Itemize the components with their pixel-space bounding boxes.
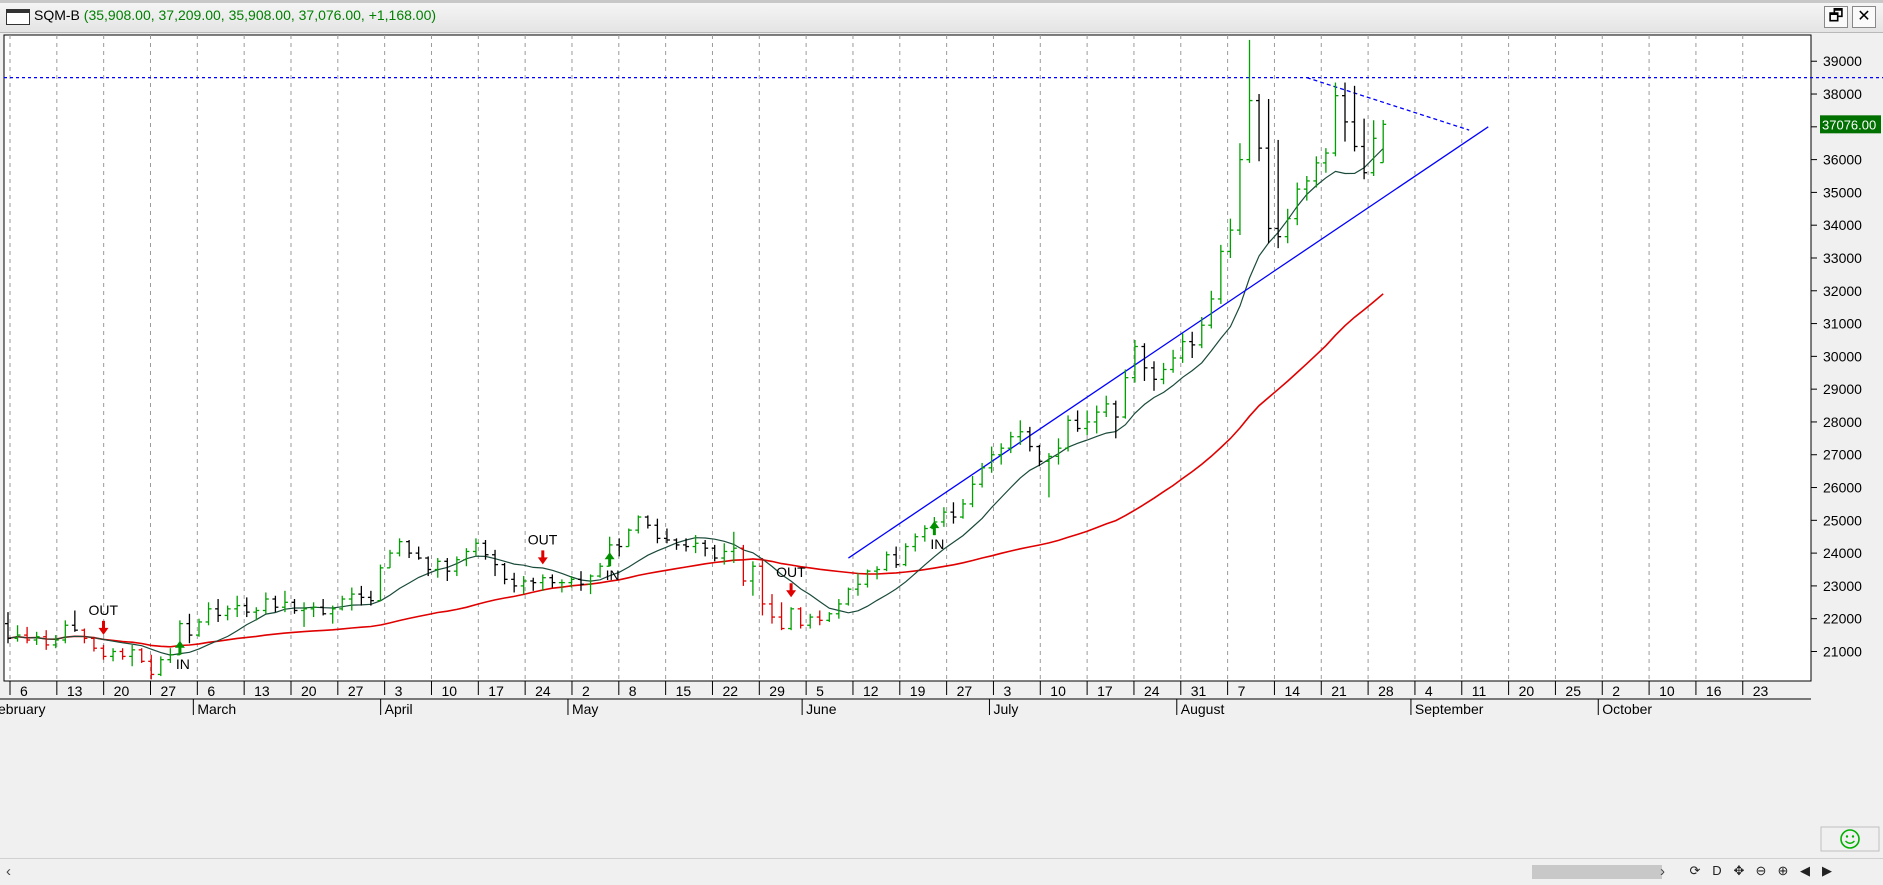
x-tick-label: 27 [348,683,364,699]
chart-window-titlebar[interactable]: SQM-B (35,908.00, 37,209.00, 35,908.00, … [0,0,1883,33]
month-label: May [572,701,598,717]
x-tick-label: 2 [1612,683,1620,699]
y-tick-label: 26000 [1823,480,1862,496]
x-tick-label: 3 [1003,683,1011,699]
last-price-label: 37076.00 [1822,117,1876,132]
y-tick-label: 24000 [1823,545,1862,561]
month-label: June [806,701,837,717]
x-tick-label: 19 [910,683,926,699]
pan-icon[interactable]: ✥ [1730,862,1748,880]
chart-toolbar: ⟳ D ✥ ⊖ ⊕ ◀ ▶ [1686,862,1836,882]
x-tick-label: 14 [1284,683,1300,699]
x-tick-label: 22 [722,683,738,699]
x-tick-label: 10 [1050,683,1066,699]
x-tick-label: 13 [254,683,270,699]
y-tick-label: 38000 [1823,86,1862,102]
x-tick-label: 10 [1659,683,1675,699]
x-tick-label: 5 [816,683,824,699]
y-tick-label: 29000 [1823,381,1862,397]
quote-summary: (35,908.00, 37,209.00, 35,908.00, 37,076… [83,7,437,23]
month-label: April [385,701,413,717]
signal-label-in: IN [930,536,944,552]
month-label: March [197,701,236,717]
x-tick-label: 20 [114,683,130,699]
y-tick-label: 31000 [1823,316,1862,332]
y-tick-label: 32000 [1823,283,1862,299]
scroll-left-arrow-icon[interactable]: ‹ [6,863,11,880]
x-tick-label: 17 [1097,683,1113,699]
symbol-name: SQM-B [34,7,80,23]
x-tick-label: 31 [1191,683,1207,699]
refresh-icon[interactable]: ⟳ [1686,862,1704,880]
x-tick-label: 6 [207,683,215,699]
plot-area[interactable] [3,34,1812,682]
y-tick-label: 36000 [1823,152,1862,168]
restore-button[interactable]: 🗗 [1824,6,1848,28]
month-label: ebruary [0,701,45,717]
signal-label-out: OUT [89,602,119,618]
x-tick-label: 21 [1331,683,1347,699]
x-tick-label: 20 [301,683,317,699]
month-label: September [1415,701,1484,717]
window-title: SQM-B (35,908.00, 37,209.00, 35,908.00, … [34,7,436,23]
zoom-in-icon[interactable]: ⊕ [1774,862,1792,880]
window-icon [6,9,30,25]
x-tick-label: 28 [1378,683,1394,699]
month-label: August [1181,701,1225,717]
x-tick-label: 6 [20,683,28,699]
next-icon[interactable]: ▶ [1818,862,1836,880]
x-tick-label: 3 [395,683,403,699]
y-tick-label: 39000 [1823,53,1862,69]
x-tick-label: 24 [1144,683,1160,699]
x-tick-label: 10 [441,683,457,699]
scroll-thumb[interactable] [1532,865,1662,879]
smiley-status-icon[interactable] [1820,826,1880,852]
month-label: July [993,701,1018,717]
y-tick-label: 28000 [1823,414,1862,430]
y-tick-label: 23000 [1823,578,1862,594]
scroll-right-arrow-icon[interactable]: › [1660,863,1665,880]
window-top-border [0,0,1883,3]
y-tick-label: 33000 [1823,250,1862,266]
x-tick-label: 7 [1238,683,1246,699]
y-tick-label: 21000 [1823,643,1862,659]
x-tick-label: 11 [1472,683,1487,699]
x-tick-label: 27 [160,683,176,699]
x-tick-label: 4 [1425,683,1433,699]
horizontal-scrollbar[interactable]: ‹ › ⟳ D ✥ ⊖ ⊕ ◀ ▶ [0,858,1883,885]
y-tick-label: 30000 [1823,348,1862,364]
signal-label-in: IN [606,567,620,583]
x-tick-label: 23 [1753,683,1769,699]
signal-label-out: OUT [528,531,558,547]
prev-icon[interactable]: ◀ [1796,862,1814,880]
y-tick-label: 35000 [1823,184,1862,200]
x-tick-label: 2 [582,683,590,699]
zoom-out-icon[interactable]: ⊖ [1752,862,1770,880]
x-tick-label: 20 [1519,683,1535,699]
y-tick-label: 25000 [1823,512,1862,528]
month-label: October [1602,701,1652,717]
x-tick-label: 27 [957,683,973,699]
x-tick-label: 16 [1706,683,1722,699]
signal-label-out: OUT [776,564,806,580]
x-tick-label: 8 [629,683,637,699]
price-chart[interactable]: 6 13 20 27 6 13 20 27 3 10 17 24 2 8 15 22 29 5 12 19 27 3 10 1… [0,33,1883,843]
x-tick-label: 17 [488,683,504,699]
x-tick-label: 29 [769,683,785,699]
chart-area[interactable]: 6 13 20 27 6 13 20 27 3 10 17 24 2 8 15 22 29 5 12 19 27 3 10 1… [0,33,1883,843]
signal-label-in: IN [176,656,190,672]
y-tick-label: 22000 [1823,611,1862,627]
x-tick-label: 25 [1565,683,1581,699]
x-tick-label: 15 [676,683,692,699]
y-tick-label: 27000 [1823,447,1862,463]
draw-icon[interactable]: D [1708,862,1726,880]
y-tick-label: 34000 [1823,217,1862,233]
close-button[interactable]: ✕ [1852,6,1876,28]
x-tick-label: 12 [863,683,879,699]
x-tick-label: 24 [535,683,551,699]
x-tick-label: 13 [67,683,83,699]
